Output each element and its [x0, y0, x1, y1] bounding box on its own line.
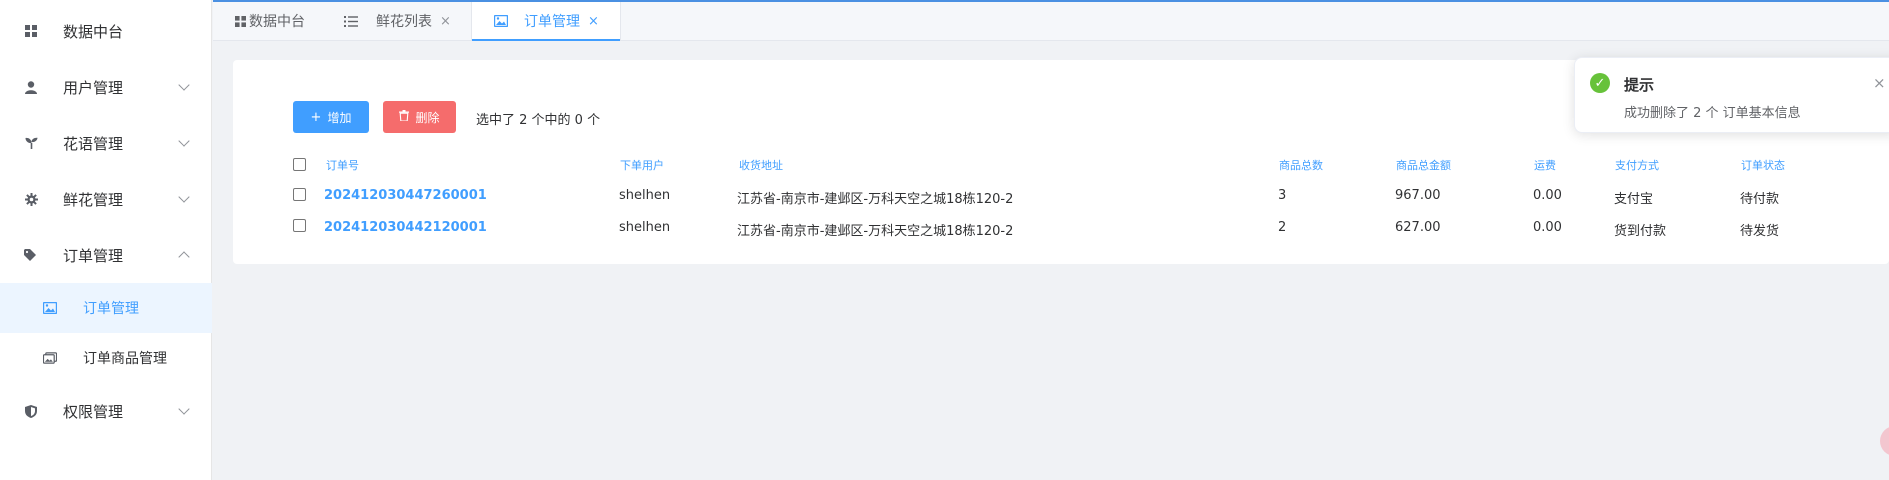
table-cell: 货到付款	[1614, 224, 1667, 239]
chevron-down-icon	[178, 403, 190, 415]
trash-icon	[399, 109, 410, 125]
table-cell: 0.00	[1533, 188, 1562, 203]
select-all-checkbox[interactable]	[293, 158, 306, 171]
table-cell: 江苏省-南京市-建邺区-万科天空之城18栋120-2	[737, 224, 1014, 239]
sidebar-item-label: 权限管理	[63, 402, 124, 421]
sidebar-item-flowers[interactable]: 鲜花管理	[0, 171, 212, 227]
column-header[interactable]: 运费	[1534, 157, 1556, 173]
tab-flower-list[interactable]: 鲜花列表 ×	[344, 2, 451, 40]
close-icon[interactable]: ×	[440, 14, 451, 29]
chevron-down-icon	[178, 191, 190, 203]
sidebar-item-label: 用户管理	[63, 78, 124, 97]
close-icon[interactable]: ×	[588, 14, 599, 29]
sidebar-item-orders[interactable]: 订单管理	[0, 227, 212, 283]
order-number-link[interactable]: 202412030442120001	[324, 220, 487, 235]
chevron-down-icon	[178, 79, 190, 91]
table-cell: shelhen	[619, 220, 671, 235]
plus-icon: +	[310, 109, 322, 125]
order-number-link[interactable]: 202412030447260001	[324, 188, 487, 203]
gear-icon	[24, 192, 38, 206]
table-cell: 待发货	[1740, 224, 1780, 239]
table-cell: 支付宝	[1614, 192, 1654, 207]
tab-label: 订单管理	[524, 14, 580, 30]
sidebar-item-label: 订单管理	[63, 246, 124, 265]
sidebar-item-flower-language[interactable]: 花语管理	[0, 115, 212, 171]
tab-bar: 数据中台 鲜花列表 × 订单管理 ×	[213, 0, 1889, 41]
add-button-label: 增加	[327, 110, 352, 125]
table-cell: 待付款	[1740, 192, 1780, 207]
grid-icon	[24, 24, 38, 38]
chevron-down-icon	[178, 135, 190, 147]
tag-icon	[24, 248, 38, 262]
sidebar-item-permissions[interactable]: 权限管理	[0, 383, 212, 439]
sidebar-item-label: 数据中台	[63, 22, 124, 41]
sidebar-item-data-center[interactable]: 数据中台	[0, 3, 212, 59]
sidebar-item-users[interactable]: 用户管理	[0, 59, 212, 115]
add-button[interactable]: + 增加	[293, 101, 369, 133]
chevron-up-icon	[178, 251, 190, 263]
sprout-icon	[24, 136, 38, 150]
picture-icon	[494, 14, 508, 28]
table-cell: 2	[1278, 220, 1287, 235]
sidebar-subitem-order-items[interactable]: 订单商品管理	[0, 333, 212, 383]
tab-order-management[interactable]: 订单管理 ×	[471, 2, 621, 41]
grid-icon	[233, 14, 247, 28]
column-header[interactable]: 商品总金额	[1396, 157, 1451, 173]
shield-icon	[24, 404, 38, 418]
user-icon	[24, 80, 38, 94]
tab-data-center[interactable]: 数据中台	[233, 2, 305, 40]
delete-button[interactable]: 删除	[383, 101, 456, 133]
column-header[interactable]: 订单号	[326, 157, 359, 173]
table-cell: 967.00	[1395, 188, 1441, 203]
column-header[interactable]: 商品总数	[1279, 157, 1323, 173]
check-circle-icon: ✓	[1590, 73, 1610, 93]
list-icon	[344, 14, 358, 28]
close-icon[interactable]: ×	[1873, 74, 1886, 92]
notification-title: 提示	[1624, 76, 1655, 94]
column-header[interactable]: 下单用户	[620, 157, 664, 173]
delete-button-label: 删除	[415, 110, 440, 125]
row-checkbox[interactable]	[293, 188, 306, 201]
sidebar-subitem-order-management[interactable]: 订单管理	[0, 283, 212, 333]
sidebar-subitem-label: 订单管理	[83, 301, 139, 317]
column-header[interactable]: 收货地址	[739, 157, 783, 173]
column-header[interactable]: 订单状态	[1741, 157, 1785, 173]
sidebar: 数据中台 用户管理 花语管理 鲜花管理 订单管理 订单管理 订单商品管理 权限管…	[0, 0, 212, 480]
tab-label: 数据中台	[249, 14, 305, 30]
table-cell: 3	[1278, 188, 1287, 203]
sidebar-item-label: 花语管理	[63, 134, 124, 153]
column-header[interactable]: 支付方式	[1615, 157, 1659, 173]
sidebar-item-label: 鲜花管理	[63, 190, 124, 209]
row-checkbox[interactable]	[293, 219, 306, 232]
table-cell: 0.00	[1533, 220, 1562, 235]
tab-label: 鲜花列表	[376, 14, 432, 30]
table-cell: 627.00	[1395, 220, 1441, 235]
notification-message: 成功删除了 2 个 订单基本信息	[1624, 106, 1801, 121]
sidebar-subitem-label: 订单商品管理	[83, 351, 167, 367]
table-cell: shelhen	[619, 188, 671, 203]
table-cell: 江苏省-南京市-建邺区-万科天空之城18栋120-2	[737, 192, 1014, 207]
success-notification: ✓ 提示 成功删除了 2 个 订单基本信息 ×	[1574, 57, 1889, 133]
selection-info: 选中了 2 个中的 0 个	[476, 113, 601, 128]
picture-icon	[43, 301, 57, 315]
pictures-icon	[43, 351, 57, 365]
floating-avatar[interactable]	[1880, 426, 1889, 456]
